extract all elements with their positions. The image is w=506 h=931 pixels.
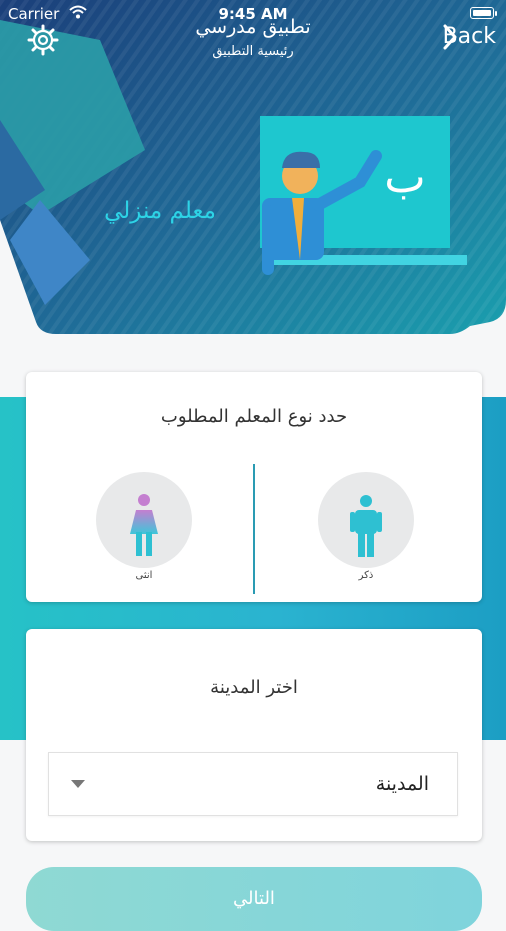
gear-icon[interactable] <box>27 24 59 56</box>
dropdown-caret-icon <box>71 780 85 788</box>
city-select-value: المدينة <box>375 773 429 795</box>
city-card-title: اختر المدينة <box>210 677 298 698</box>
gender-divider <box>253 464 255 594</box>
city-card: اختر المدينة المدينة <box>26 629 482 841</box>
male-option-circle <box>318 472 414 568</box>
hero-banner: Carrier 9:45 AM تطبيق مدرسي رئيسية التطب… <box>0 0 506 340</box>
gender-option-female[interactable]: انثى <box>96 472 192 581</box>
back-button[interactable]: Back <box>443 24 500 50</box>
male-label: ذكر <box>358 570 374 581</box>
female-option-circle <box>96 472 192 568</box>
gender-card-title: حدد نوع المعلم المطلوب <box>160 406 348 427</box>
male-icon <box>350 495 382 557</box>
gender-option-male[interactable]: ذكر <box>318 472 414 581</box>
nav-subtitle: رئيسية التطبيق <box>212 44 294 59</box>
nav-title: تطبيق مدرسي <box>195 16 311 38</box>
hero-caption: معلم منزلي <box>104 198 216 224</box>
female-label: انثى <box>135 570 153 581</box>
city-select[interactable]: المدينة <box>48 752 458 816</box>
female-icon <box>130 494 158 556</box>
gender-card: حدد نوع المعلم المطلوب انثى ذكر <box>26 372 482 602</box>
next-button[interactable]: التالي <box>26 867 482 931</box>
